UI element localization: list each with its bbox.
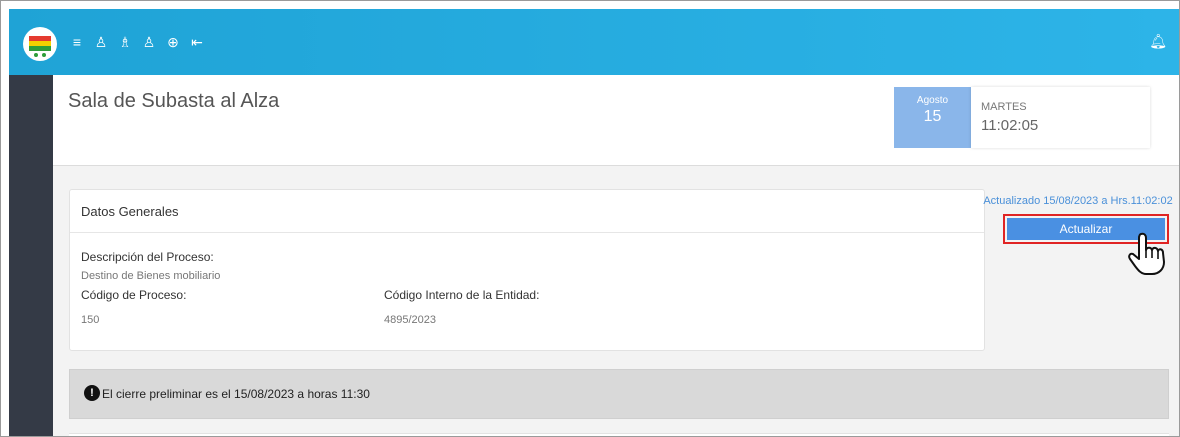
- code-label: Código de Proceso:: [81, 288, 187, 302]
- page-title: Sala de Subasta al Alza: [68, 90, 280, 112]
- date-badge: Agosto 15: [894, 87, 971, 148]
- next-panel-edge: [69, 433, 1169, 436]
- closing-alert: ! El cierre preliminar es el 15/08/2023 …: [69, 369, 1169, 419]
- pointer-hand-icon: [1128, 232, 1165, 275]
- app-window: ≡ ♙ ♗ ♙ ⊕ ⇤ 🔔︎ Sala de Subasta al Alza A…: [0, 0, 1180, 437]
- weekday-label: MARTES: [981, 101, 1027, 113]
- logout-icon[interactable]: ⇤: [185, 34, 209, 50]
- internal-code-label: Código Interno de la Entidad:: [384, 288, 540, 302]
- desc-label: Descripción del Proceso:: [81, 250, 214, 264]
- user-outline-icon[interactable]: ♙: [137, 34, 161, 50]
- user-icon[interactable]: ♙: [89, 34, 113, 50]
- top-navbar: ≡ ♙ ♗ ♙ ⊕ ⇤ 🔔︎: [9, 9, 1179, 75]
- internal-code-value: 4895/2023: [384, 314, 436, 326]
- date-month: Agosto: [916, 95, 949, 106]
- clock-time: 11:02:05: [981, 117, 1039, 134]
- logo[interactable]: [23, 27, 57, 61]
- clock-box: MARTES 11:02:05: [971, 87, 1150, 148]
- update-status: Actualizado 15/08/2023 a Hrs.11:02:02: [983, 195, 1173, 207]
- alert-text: El cierre preliminar es el 15/08/2023 a …: [102, 387, 370, 401]
- page-header: Sala de Subasta al Alza Agosto 15 MARTES…: [53, 75, 1179, 166]
- card-title: Datos Generales: [81, 204, 179, 219]
- sidebar: [9, 75, 53, 436]
- main-content: Sala de Subasta al Alza Agosto 15 MARTES…: [53, 75, 1179, 436]
- desc-value: Destino de Bienes mobiliario: [81, 270, 221, 282]
- date-day: 15: [923, 108, 942, 125]
- card-header: Datos Generales: [70, 190, 984, 233]
- nav-icons: ≡ ♙ ♗ ♙ ⊕ ⇤: [65, 34, 209, 50]
- menu-icon[interactable]: ≡: [65, 34, 89, 50]
- code-value: 150: [81, 314, 100, 326]
- lock-icon[interactable]: ⊕: [161, 34, 185, 50]
- bell-icon[interactable]: 🔔︎: [1149, 33, 1167, 50]
- user-dollar-icon[interactable]: ♗: [113, 34, 137, 50]
- info-icon: !: [84, 385, 100, 401]
- general-data-card: Datos Generales Descripción del Proceso:…: [69, 189, 985, 351]
